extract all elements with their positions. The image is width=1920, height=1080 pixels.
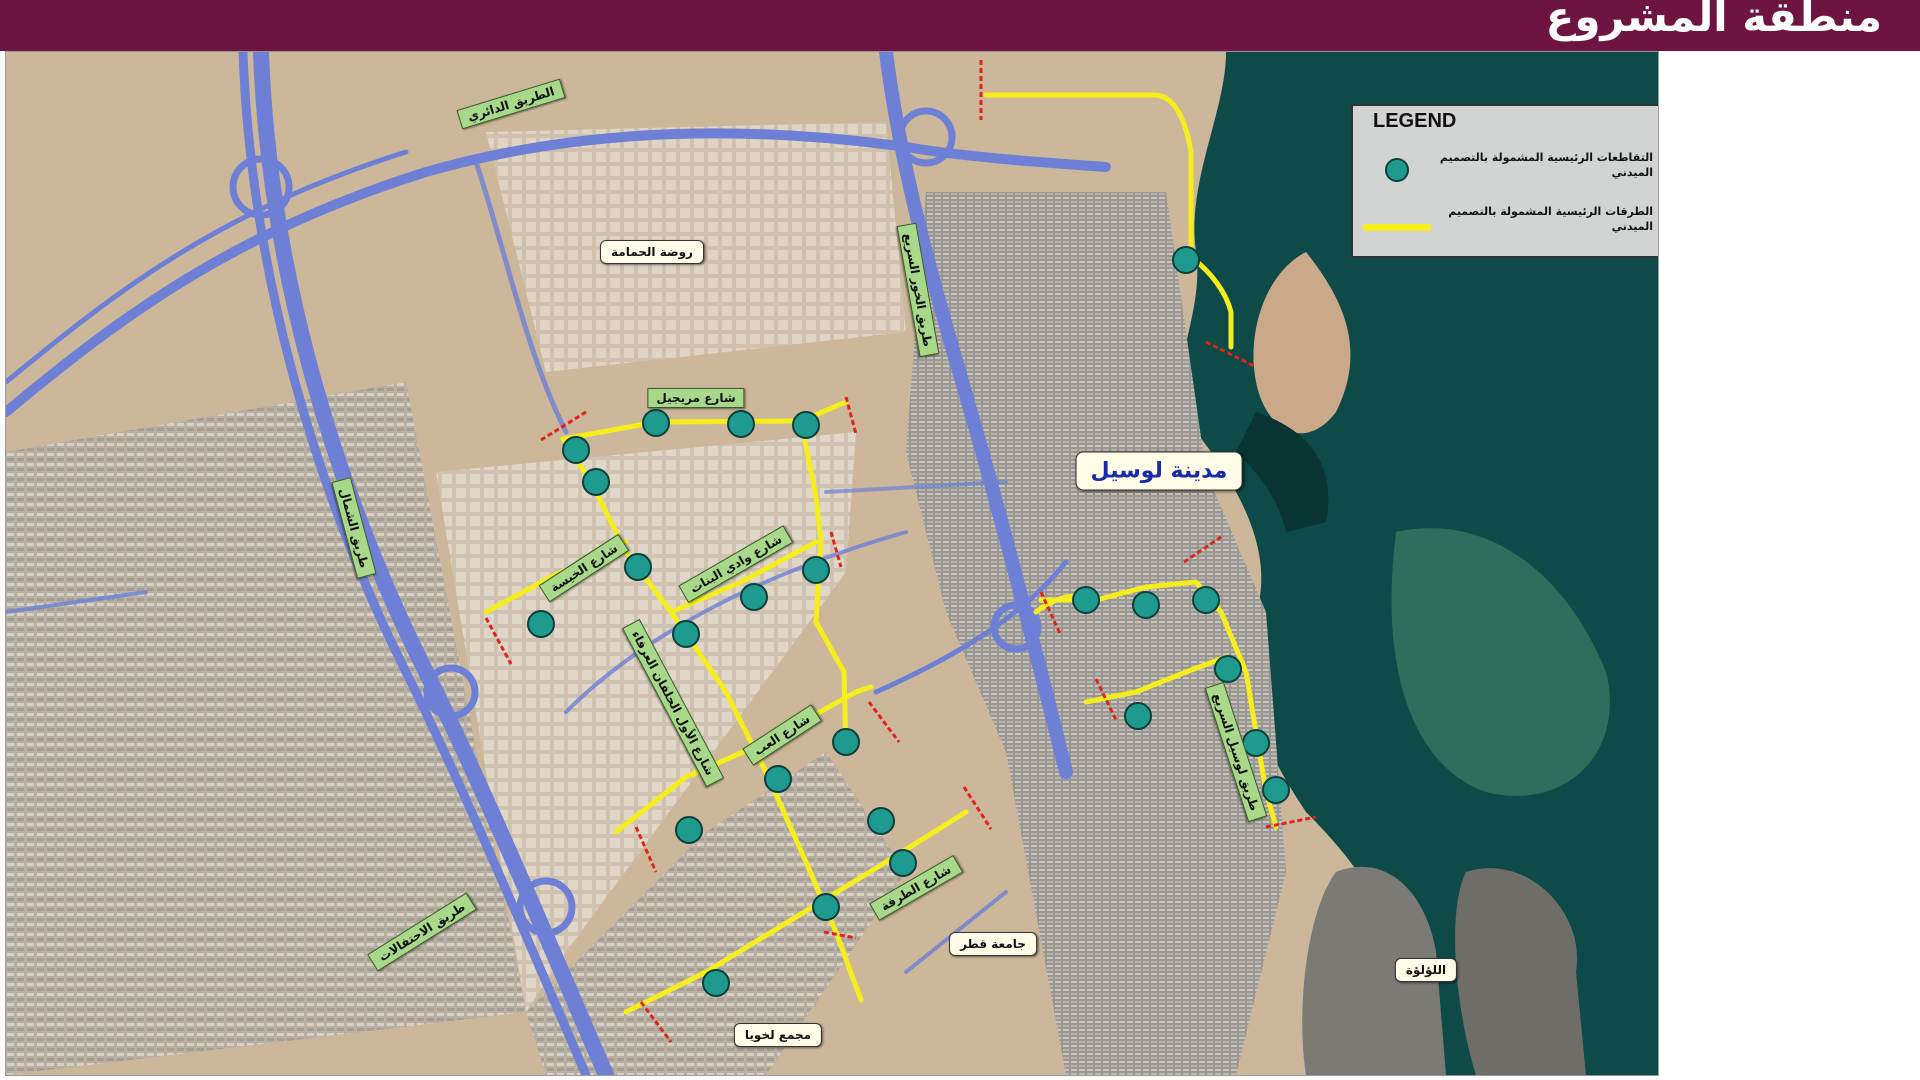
label-lekhwiya-complex: مجمع لخويا bbox=[733, 1023, 823, 1047]
intersection-marker bbox=[1172, 246, 1200, 274]
project-area-map[interactable]: الطريق الدائري طريق الخور السريع طريق ال… bbox=[5, 51, 1659, 1076]
intersection-marker bbox=[792, 411, 820, 439]
intersection-marker bbox=[802, 556, 830, 584]
intersection-marker bbox=[672, 620, 700, 648]
intersection-marker bbox=[582, 468, 610, 496]
legend-item-roads: الطرقات الرئيسية المشمولة بالتصميم الميد… bbox=[1353, 204, 1658, 248]
label-lusail-city: مدينة لوسيل bbox=[1075, 451, 1243, 491]
intersection-marker bbox=[1124, 702, 1152, 730]
intersection-marker bbox=[812, 893, 840, 921]
label-the-pearl: اللؤلؤة bbox=[1394, 958, 1458, 982]
intersection-marker bbox=[889, 849, 917, 877]
intersection-marker bbox=[1072, 586, 1100, 614]
map-legend: LEGEND التقاطعات الرئيسية المشمولة بالتص… bbox=[1351, 104, 1658, 258]
intersection-marker bbox=[1132, 591, 1160, 619]
intersection-marker bbox=[675, 816, 703, 844]
intersection-marker bbox=[1262, 776, 1290, 804]
label-rawdat-al-hamama: روضة الحمامة bbox=[600, 240, 704, 264]
page-title: منطقة المشروع bbox=[1545, 0, 1882, 41]
intersection-marker bbox=[562, 436, 590, 464]
legend-label-roads: الطرقات الرئيسية المشمولة بالتصميم الميد… bbox=[1448, 205, 1653, 233]
intersection-marker bbox=[764, 765, 792, 793]
intersection-marker bbox=[624, 553, 652, 581]
legend-item-intersections: التقاطعات الرئيسية المشمولة بالتصميم الم… bbox=[1353, 150, 1658, 194]
intersection-marker bbox=[867, 807, 895, 835]
intersection-marker bbox=[1192, 586, 1220, 614]
intersection-marker bbox=[1214, 655, 1242, 683]
intersection-marker bbox=[527, 610, 555, 638]
legend-label-intersections: التقاطعات الرئيسية المشمولة بالتصميم الم… bbox=[1439, 151, 1653, 179]
intersection-marker bbox=[727, 410, 755, 438]
intersection-marker bbox=[832, 728, 860, 756]
intersection-marker bbox=[642, 409, 670, 437]
label-qatar-mosque: جامعة قطر bbox=[949, 932, 1037, 956]
intersection-marker bbox=[702, 969, 730, 997]
label-muraijeb-street: شارع مريجيل bbox=[647, 388, 745, 408]
intersection-marker bbox=[740, 583, 768, 611]
header-bar: منطقة المشروع bbox=[0, 0, 1920, 51]
yellow-line-icon bbox=[1363, 224, 1431, 231]
intersection-marker bbox=[1242, 729, 1270, 757]
teal-circle-icon bbox=[1385, 158, 1409, 182]
legend-title: LEGEND bbox=[1373, 110, 1457, 132]
